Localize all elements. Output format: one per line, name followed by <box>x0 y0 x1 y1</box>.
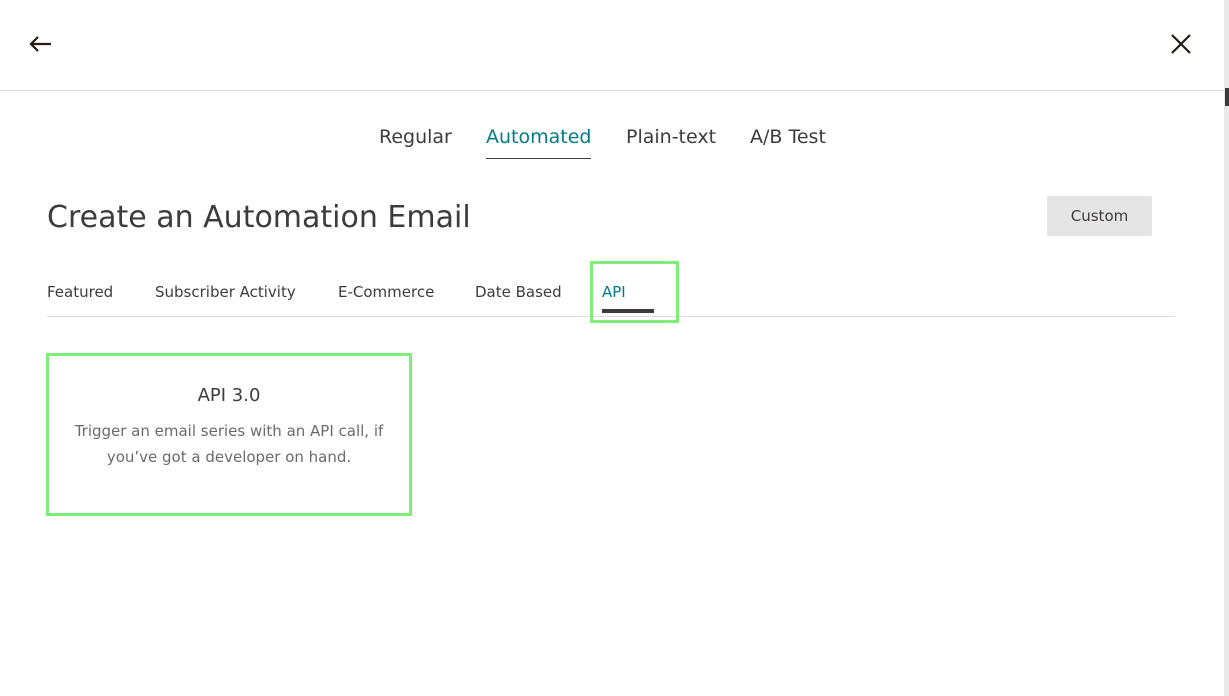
tab-api[interactable]: API <box>602 282 626 302</box>
background-mark <box>1225 88 1229 106</box>
arrow-left-icon <box>29 36 51 52</box>
card-description: Trigger an email series with an API call… <box>74 422 384 466</box>
api-3-card[interactable]: API 3.0 Trigger an email series with an … <box>46 353 412 516</box>
tab-plain-text[interactable]: Plain-text <box>626 124 716 158</box>
close-button[interactable] <box>1166 29 1196 59</box>
tab-date-based[interactable]: Date Based <box>475 282 562 302</box>
page-title: Create an Automation Email <box>47 200 471 235</box>
close-icon <box>1171 34 1191 54</box>
background-edge <box>1224 0 1229 696</box>
tab-featured[interactable]: Featured <box>47 282 113 302</box>
tab-ab-test[interactable]: A/B Test <box>750 124 826 158</box>
tab-subscriber-activity[interactable]: Subscriber Activity <box>155 282 296 302</box>
modal-header <box>0 0 1224 91</box>
back-button[interactable] <box>26 30 56 60</box>
card-title: API 3.0 <box>197 385 261 406</box>
tab-e-commerce[interactable]: E-Commerce <box>338 282 434 302</box>
tab-regular[interactable]: Regular <box>379 124 452 158</box>
custom-button[interactable]: Custom <box>1047 196 1152 236</box>
automation-category-tabs: Featured Subscriber Activity E-Commerce … <box>47 270 1175 317</box>
tab-automated[interactable]: Automated <box>486 124 592 159</box>
active-tab-indicator <box>602 309 654 313</box>
campaign-type-tabs: Regular Automated Plain-text A/B Test <box>0 124 1224 164</box>
create-email-modal: Regular Automated Plain-text A/B Test Cr… <box>0 0 1224 696</box>
